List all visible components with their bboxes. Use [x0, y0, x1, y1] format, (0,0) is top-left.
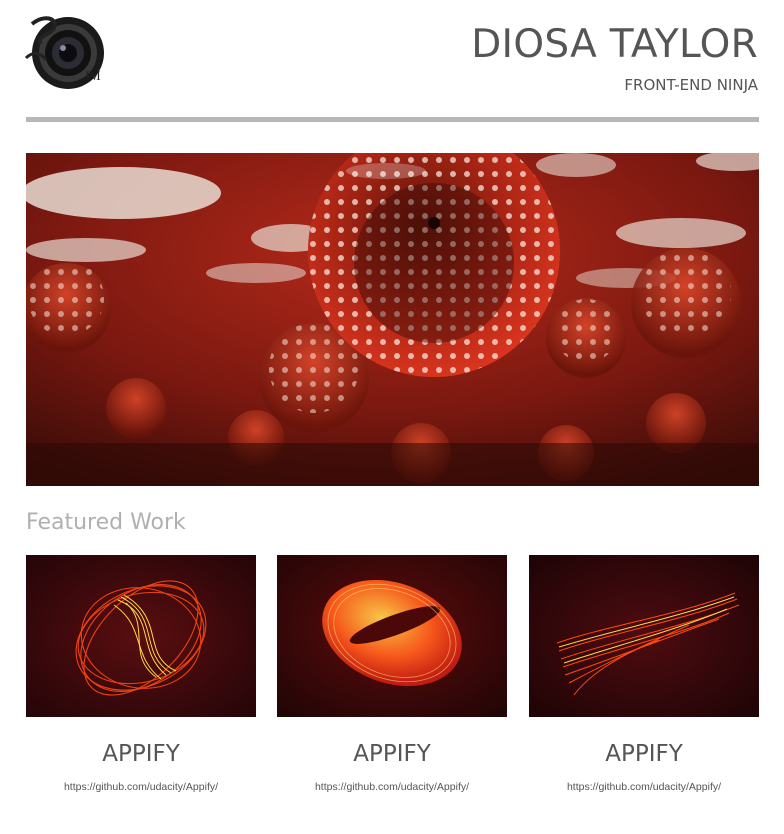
- project-link[interactable]: https://github.com/udacity/Appify/: [277, 781, 507, 793]
- camera-lens-logo[interactable]: JM: [24, 14, 110, 94]
- project-card: APPIFY https://github.com/udacity/Appify…: [277, 555, 507, 793]
- page-subtitle: FRONT-END NINJA: [624, 76, 758, 94]
- light-spiral-orb-icon[interactable]: [26, 555, 256, 717]
- project-title[interactable]: APPIFY: [26, 741, 256, 767]
- project-link[interactable]: https://github.com/udacity/Appify/: [26, 781, 256, 793]
- featured-work-heading: Featured Work: [26, 510, 186, 535]
- light-ellipse-ring-icon[interactable]: [277, 555, 507, 717]
- project-card: APPIFY https://github.com/udacity/Appify…: [26, 555, 256, 793]
- polka-dot-spheres-icon: [26, 153, 759, 486]
- project-link[interactable]: https://github.com/udacity/Appify/: [529, 781, 759, 793]
- page-title: DIOSA TAYLOR: [471, 22, 758, 67]
- project-title[interactable]: APPIFY: [277, 741, 507, 767]
- project-card: APPIFY https://github.com/udacity/Appify…: [529, 555, 759, 793]
- hero-image: [26, 153, 759, 486]
- header-divider: [26, 117, 759, 122]
- light-twisted-ribbon-icon[interactable]: [529, 555, 759, 717]
- logo-text: JM: [84, 68, 101, 83]
- project-title[interactable]: APPIFY: [529, 741, 759, 767]
